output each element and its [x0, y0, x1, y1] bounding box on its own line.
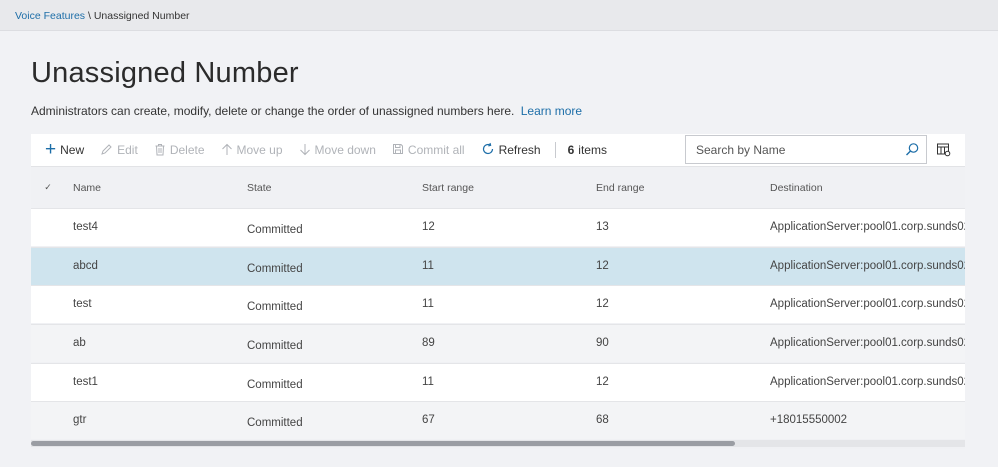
cell-name: test1 [73, 376, 98, 388]
column-header-start-range[interactable]: Start range [422, 182, 474, 194]
data-table: ✓ Name State Start range End range Desti… [31, 167, 965, 449]
cell-end-range: 12 [596, 260, 609, 272]
edit-button-label: Edit [117, 143, 138, 157]
column-header-state[interactable]: State [247, 182, 272, 194]
commit-all-button-label: Commit all [407, 143, 465, 157]
cell-destination: ApplicationServer:pool01.corp.sunds02. [770, 260, 965, 272]
cell-destination: ApplicationServer:pool01.corp.sunds02. [770, 376, 965, 388]
cell-state: Committed [247, 224, 303, 236]
table-row[interactable]: test4 Committed 12 13 ApplicationServer:… [31, 208, 965, 246]
cell-name: gtr [73, 414, 87, 426]
cell-start-range: 11 [422, 298, 434, 310]
cell-destination: +18015550002 [770, 414, 848, 426]
cell-end-range: 13 [596, 221, 609, 233]
items-count: 6 items [568, 143, 607, 157]
breadcrumb: Voice Features \ Unassigned Number [0, 0, 998, 31]
edit-button[interactable]: Edit [100, 134, 138, 167]
table-row[interactable]: ab Committed 89 90 ApplicationServer:poo… [31, 324, 965, 362]
toolbar: + New Edit Delete Move up Move down Comm… [31, 134, 965, 167]
trash-icon [154, 143, 166, 158]
save-icon [392, 143, 404, 157]
arrow-down-icon [299, 143, 311, 158]
move-down-button-label: Move down [314, 143, 376, 157]
breadcrumb-separator: \ [85, 10, 94, 22]
cell-start-range: 89 [422, 337, 435, 349]
cell-destination: ApplicationServer:pool01.corp.sunds02. [770, 337, 965, 349]
table-row[interactable]: gtr Committed 67 68 +18015550002 [31, 401, 965, 439]
cell-end-range: 90 [596, 337, 609, 349]
checkmark-icon[interactable]: ✓ [41, 180, 55, 194]
move-down-button[interactable]: Move down [299, 134, 376, 167]
cell-destination: ApplicationServer:pool01.corp.sunds02. [770, 221, 965, 233]
search-icon[interactable] [905, 142, 920, 160]
arrow-up-icon [221, 143, 233, 158]
items-count-label: items [578, 143, 607, 157]
table-row[interactable]: test Committed 11 12 ApplicationServer:p… [31, 285, 965, 323]
refresh-icon [481, 142, 495, 158]
column-header-destination[interactable]: Destination [770, 182, 823, 194]
cell-state: Committed [247, 379, 303, 391]
page-title: Unassigned Number [31, 57, 299, 89]
cell-name: abcd [73, 260, 98, 272]
refresh-button-label: Refresh [498, 143, 541, 157]
cell-destination: ApplicationServer:pool01.corp.sunds02. [770, 298, 965, 310]
delete-button-label: Delete [169, 143, 205, 157]
new-button-label: New [60, 143, 85, 157]
cell-start-range: 11 [422, 260, 434, 272]
table-row-selected[interactable]: abcd Committed 11 12 ApplicationServer:p… [31, 247, 965, 285]
page-description-text: Administrators can create, modify, delet… [31, 104, 515, 118]
cell-start-range: 12 [422, 221, 435, 233]
cell-state: Committed [247, 340, 303, 352]
learn-more-link[interactable]: Learn more [521, 104, 582, 118]
cell-name: test4 [73, 221, 98, 233]
table-row[interactable]: test1 Committed 11 12 ApplicationServer:… [31, 363, 965, 401]
commit-all-button[interactable]: Commit all [392, 134, 465, 167]
items-count-number: 6 [567, 143, 575, 157]
horizontal-scrollbar[interactable] [31, 440, 965, 447]
table-header: ✓ Name State Start range End range Desti… [31, 167, 965, 208]
cell-state: Committed [247, 417, 303, 429]
cell-start-range: 11 [422, 376, 434, 388]
cell-end-range: 12 [596, 376, 609, 388]
delete-button[interactable]: Delete [154, 134, 205, 167]
horizontal-scrollbar-thumb[interactable] [31, 441, 735, 446]
cell-name: ab [73, 337, 86, 349]
plus-icon: + [45, 138, 57, 160]
cell-state: Committed [247, 301, 303, 313]
cell-name: test [73, 298, 92, 310]
column-header-end-range[interactable]: End range [596, 182, 644, 194]
refresh-button[interactable]: Refresh [481, 134, 541, 167]
search-box [685, 135, 927, 164]
new-button[interactable]: + New [45, 134, 84, 167]
column-header-name[interactable]: Name [73, 182, 101, 194]
pencil-icon [100, 143, 113, 158]
move-up-button-label: Move up [236, 143, 283, 157]
cell-start-range: 67 [422, 414, 435, 426]
breadcrumb-current: Unassigned Number [93, 10, 190, 22]
cell-end-range: 68 [596, 414, 609, 426]
table-settings-icon[interactable] [936, 142, 951, 160]
page-description: Administrators can create, modify, delet… [31, 104, 582, 118]
move-up-button[interactable]: Move up [221, 134, 283, 167]
toolbar-divider [554, 142, 556, 158]
cell-state: Committed [247, 263, 303, 275]
breadcrumb-link-voice-features[interactable]: Voice Features [15, 10, 85, 22]
cell-end-range: 12 [596, 298, 609, 310]
search-input[interactable] [696, 142, 896, 157]
